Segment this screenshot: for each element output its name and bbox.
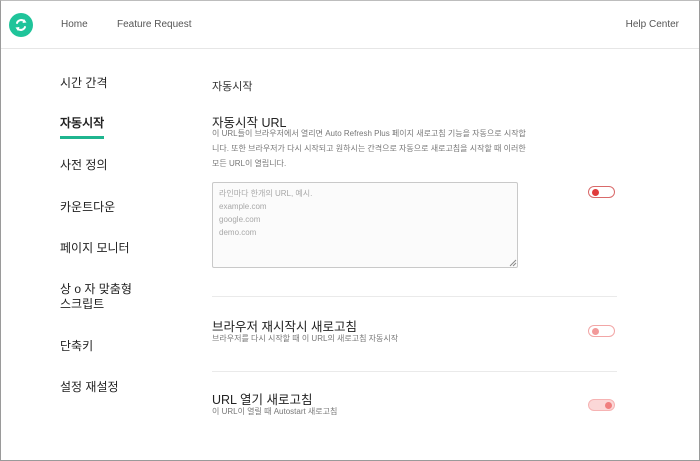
sidebar-item-autostart[interactable]: 자동시작 (60, 116, 104, 131)
sidebar-item-shortcuts[interactable]: 단축키 (60, 339, 93, 354)
toggle-knob (605, 402, 612, 409)
toggle-knob (592, 189, 599, 196)
sidebar-item-interval[interactable]: 시간 간격 (60, 76, 108, 91)
autostart-url-textarea[interactable]: 라인마다 한개의 URL, 예시. example.com google.com… (212, 182, 518, 268)
top-header: Home Feature Request Help Center (1, 1, 699, 49)
divider (212, 296, 617, 297)
sidebar-item-predefined[interactable]: 사전 정의 (60, 158, 108, 173)
sidebar-item-custom-script[interactable]: 상 o 자 맞춤형 스크립트 (60, 282, 132, 312)
url-open-description: 이 URL이 열릴 때 Autostart 새로고침 (212, 407, 338, 416)
refresh-arrows-icon[interactable] (9, 13, 33, 37)
nav-help-center[interactable]: Help Center (626, 19, 679, 30)
sidebar-item-page-monitor[interactable]: 페이지 모니터 (60, 241, 130, 256)
sidebar-item-reset-settings[interactable]: 설정 재설정 (60, 380, 119, 395)
sidebar-item-countdown[interactable]: 카운트다운 (60, 200, 115, 215)
autostart-url-toggle[interactable] (588, 186, 615, 198)
browser-restart-description: 브라우저를 다시 시작할 때 이 URL의 새로고침 자동시작 (212, 334, 399, 343)
divider (212, 371, 617, 372)
autostart-url-description: 이 URL들이 브라우저에서 열리면 Auto Refresh Plus 페이지… (212, 129, 526, 168)
url-open-toggle[interactable] (588, 399, 615, 411)
page-title: 자동시작 (212, 81, 253, 93)
browser-restart-toggle[interactable] (588, 325, 615, 337)
toggle-knob (592, 328, 599, 335)
active-tab-indicator (60, 136, 104, 139)
nav-home[interactable]: Home (61, 19, 88, 30)
resize-grip-icon[interactable] (509, 259, 517, 267)
nav-feature-request[interactable]: Feature Request (117, 19, 192, 30)
